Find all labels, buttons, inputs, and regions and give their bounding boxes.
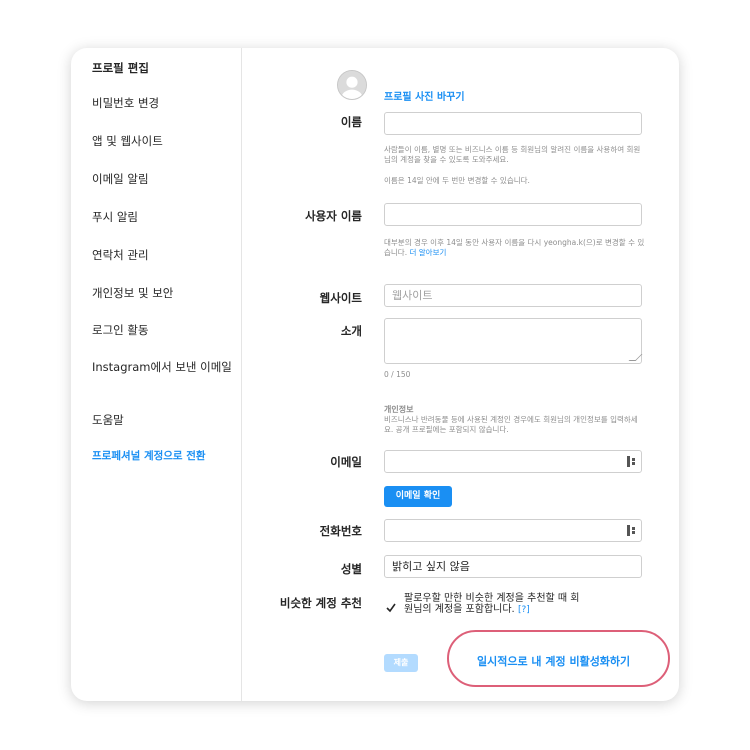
default-avatar-icon [338, 71, 366, 99]
bio-counter: 0 / 150 [384, 370, 411, 379]
username-input[interactable] [384, 203, 642, 226]
sidebar-item-instagram-emails[interactable]: Instagram에서 보낸 이메일 [92, 360, 232, 374]
edit-profile-form: 프로필 사진 바꾸기 이름 사람들이 이름, 별명 또는 비즈니스 이름 등 회… [242, 48, 679, 701]
email-label: 이메일 [330, 455, 362, 469]
bio-label: 소개 [340, 324, 362, 338]
phone-label: 전화번호 [319, 524, 362, 538]
confirm-email-button[interactable]: 이메일 확인 [384, 486, 452, 507]
phone-input[interactable] [384, 519, 642, 542]
autofill-key-icon[interactable] [627, 456, 636, 467]
website-label: 웹사이트 [319, 291, 362, 305]
email-input[interactable] [384, 450, 642, 473]
sidebar-item-switch-professional[interactable]: 프로페셔널 계정으로 전환 [92, 449, 232, 463]
sidebar-item-change-password[interactable]: 비밀번호 변경 [92, 96, 232, 110]
sidebar-item-login-activity[interactable]: 로그인 활동 [92, 323, 232, 337]
sidebar-item-help[interactable]: 도움말 [92, 413, 232, 427]
name-input[interactable] [384, 112, 642, 135]
deactivate-account-link[interactable]: 일시적으로 내 계정 비활성화하기 [477, 653, 630, 669]
gender-select[interactable]: 밝히고 싶지 않음 [384, 555, 642, 578]
avatar[interactable] [337, 70, 367, 100]
personal-info-title: 개인정보 [384, 405, 414, 414]
name-label: 이름 [340, 115, 362, 129]
sidebar-item-email-notifications[interactable]: 이메일 알림 [92, 172, 232, 186]
bio-textarea[interactable] [384, 318, 643, 364]
sidebar-item-contacts[interactable]: 연락처 관리 [92, 248, 232, 262]
name-change-limit-text: 이름은 14일 안에 두 번만 변경할 수 있습니다. [384, 176, 530, 185]
similar-accounts-label: 비슷한 계정 추천 [279, 596, 362, 610]
website-input[interactable]: 웹사이트 [384, 284, 642, 307]
settings-card: 프로필 편집 비밀번호 변경 앱 및 웹사이트 이메일 알림 푸시 알림 연락처… [71, 48, 679, 701]
similar-accounts-help-link[interactable]: [?] [518, 605, 530, 615]
change-photo-link[interactable]: 프로필 사진 바꾸기 [384, 88, 465, 103]
name-help-text: 사람들이 이름, 별명 또는 비즈니스 이름 등 회원님의 알려진 이름을 사용… [384, 145, 641, 164]
sidebar-item-privacy-security[interactable]: 개인정보 및 보안 [92, 286, 232, 300]
sidebar-item-push-notifications[interactable]: 푸시 알림 [92, 210, 232, 224]
sidebar-item-edit-profile[interactable]: 프로필 편집 [92, 61, 232, 75]
autofill-key-icon[interactable] [627, 525, 636, 536]
personal-info-help: 비즈니스나 반려동물 등에 사용된 계정인 경우에도 회원님의 개인정보를 입력… [384, 415, 638, 434]
resize-handle-icon[interactable] [628, 354, 643, 361]
settings-sidebar: 프로필 편집 비밀번호 변경 앱 및 웹사이트 이메일 알림 푸시 알림 연락처… [71, 48, 242, 701]
similar-accounts-text: 팔로우할 만한 비슷한 계정을 추천할 때 회원님의 계정을 포함합니다. [?… [404, 593, 584, 616]
similar-accounts-description: 팔로우할 만한 비슷한 계정을 추천할 때 회원님의 계정을 포함합니다. [404, 593, 580, 615]
gender-label: 성별 [340, 562, 362, 576]
learn-more-link[interactable]: 더 알아보기 [409, 248, 446, 257]
sidebar-item-apps-websites[interactable]: 앱 및 웹사이트 [92, 134, 232, 148]
submit-button[interactable]: 제출 [384, 654, 418, 672]
username-help-text: 대부분의 경우 이후 14일 동안 사용자 이름을 다시 yeongha.k(으… [384, 238, 646, 258]
username-label: 사용자 이름 [305, 209, 362, 223]
checkbox-checked-icon[interactable] [386, 603, 396, 613]
